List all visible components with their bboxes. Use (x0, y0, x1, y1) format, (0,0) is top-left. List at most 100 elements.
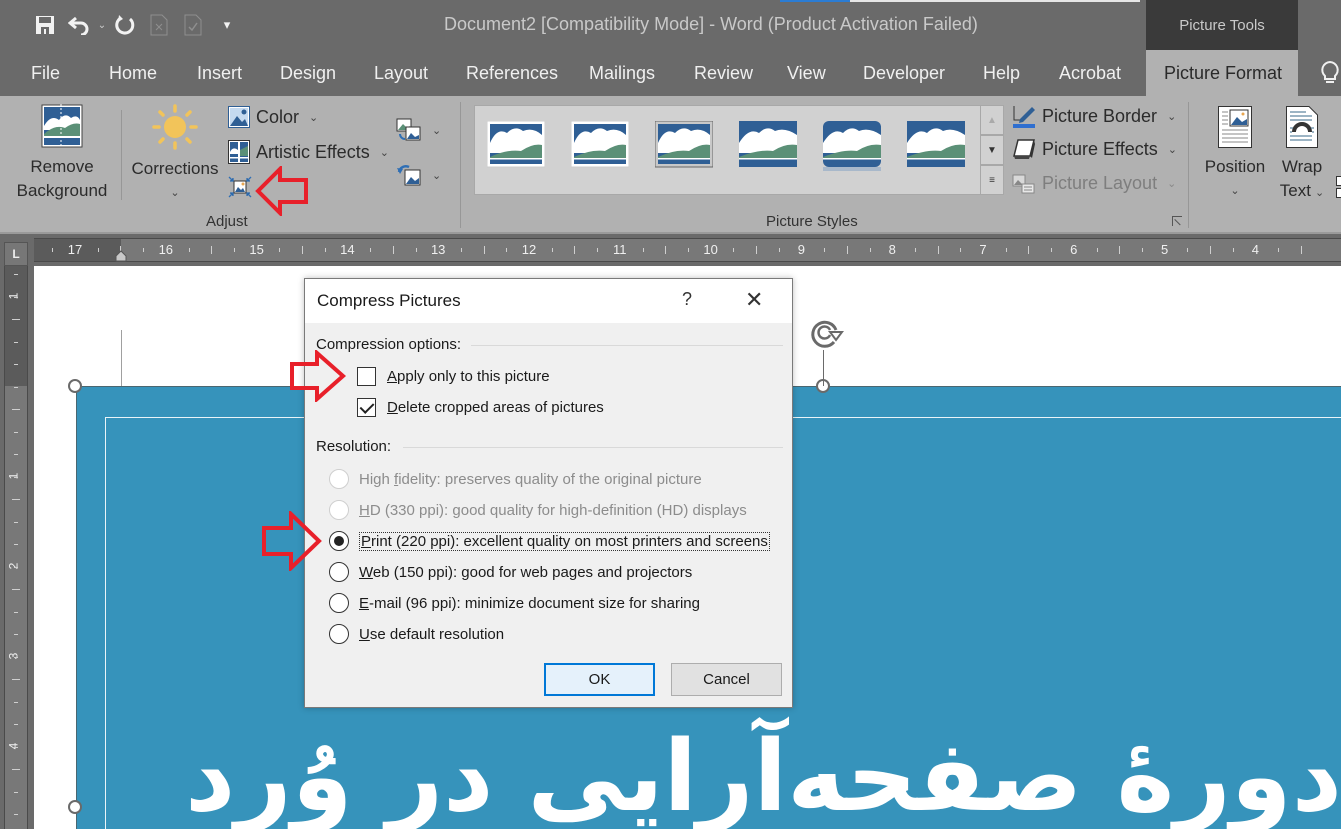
picture-layout-label: Picture Layout (1042, 172, 1158, 193)
save-icon[interactable] (28, 10, 62, 40)
undo-dropdown-icon[interactable]: ⌄ (96, 10, 108, 40)
ruler-tick (14, 814, 18, 815)
quick-access-toolbar: ⌄ ▾ (28, 10, 244, 40)
gallery-scroll: ▲ ▼ ≡ (980, 105, 1004, 195)
radio-default[interactable] (329, 624, 349, 644)
ruler-tick (1187, 248, 1189, 252)
remove-background-button[interactable]: Remove Background (12, 104, 112, 203)
ruler-tick (211, 246, 213, 254)
picture-style-shadow[interactable] (739, 121, 797, 167)
radio-hd[interactable] (329, 500, 349, 520)
picture-styles-launcher-icon[interactable] (1172, 216, 1182, 226)
gallery-more-icon[interactable]: ≡ (980, 165, 1004, 195)
change-picture-icon (396, 118, 421, 141)
cancel-button[interactable]: Cancel (671, 663, 782, 696)
reset-picture-button[interactable]: ⌄ (396, 163, 441, 187)
tab-picture-format[interactable]: Picture Format (1146, 50, 1298, 96)
resolution-print[interactable]: Print (220 ppi): excellent quality on mo… (329, 531, 770, 551)
ruler-tick (1028, 246, 1030, 254)
adjust-group-label: Adjust (206, 213, 248, 230)
horizontal-ruler[interactable]: 17 16 15 14 13 12 11 10 9 8 7 6 5 4 (34, 238, 1341, 262)
send-backward-icon[interactable] (1336, 188, 1341, 198)
resolution-hd[interactable]: HD (330 ppi): good quality for high-defi… (329, 500, 747, 520)
redo-icon[interactable] (108, 10, 142, 40)
tab-view[interactable]: View (787, 50, 826, 96)
ruler-tick (1300, 246, 1302, 254)
radio-email[interactable] (329, 593, 349, 613)
delete-cropped-checkbox-row[interactable]: Delete cropped areas of pictures (357, 398, 604, 417)
color-button[interactable]: Color ⌄ (228, 106, 318, 128)
tab-references[interactable]: References (466, 50, 558, 96)
tab-acrobat[interactable]: Acrobat (1059, 50, 1121, 96)
tab-mailings[interactable]: Mailings (589, 50, 655, 96)
corrections-button[interactable]: Corrections ⌄ (128, 104, 222, 205)
picture-effects-button[interactable]: Picture Effects ⌄ (1012, 138, 1177, 160)
tab-selector[interactable]: L (0, 236, 34, 266)
ruler-tick (1232, 248, 1234, 252)
bring-forward-icon[interactable] (1336, 176, 1341, 186)
tab-developer[interactable]: Developer (863, 50, 945, 96)
picture-style-white[interactable] (570, 120, 630, 168)
tab-file[interactable]: File (31, 50, 60, 96)
picture-layout-button[interactable]: Picture Layout ⌄ (1012, 172, 1176, 194)
tab-help[interactable]: Help (983, 50, 1020, 96)
picture-border-button[interactable]: Picture Border ⌄ (1012, 104, 1176, 128)
resize-handle-bottom-left[interactable] (68, 800, 82, 814)
tab-design[interactable]: Design (280, 50, 336, 96)
ruler-tick (12, 499, 20, 500)
apply-only-checkbox-row[interactable]: Apply only to this picture (357, 367, 550, 386)
change-picture-button[interactable]: ⌄ (396, 118, 441, 142)
wrap-text-icon (1286, 106, 1318, 148)
vertical-ruler[interactable]: 11234 (4, 266, 28, 829)
undo-icon[interactable] (62, 10, 96, 40)
tab-home[interactable]: Home (109, 50, 157, 96)
ruler-tick (12, 769, 20, 770)
indent-marker[interactable] (115, 250, 127, 262)
ok-button[interactable]: OK (544, 663, 655, 696)
picture-style-rounded-reflect[interactable] (823, 121, 881, 171)
ruler-tick (14, 454, 18, 455)
radio-web[interactable] (329, 562, 349, 582)
rotate-handle-icon[interactable] (808, 318, 844, 352)
tab-review[interactable]: Review (694, 50, 753, 96)
ruler-tick (665, 246, 667, 254)
ruler-tick (506, 248, 508, 252)
print-label: Print (220 ppi): excellent quality on mo… (359, 531, 770, 551)
radio-high-fidelity[interactable] (329, 469, 349, 489)
ruler-number: 11 (613, 242, 627, 257)
picture-style-gray-frame[interactable] (654, 120, 714, 168)
ruler-number: 5 (1160, 242, 1169, 257)
wrap-text-label-2: Text ⌄ (1279, 181, 1325, 200)
delete-cropped-checkbox[interactable] (357, 398, 376, 417)
close-icon[interactable]: ✕ (745, 287, 763, 313)
lightbulb-icon[interactable] (1320, 60, 1340, 92)
tab-insert[interactable]: Insert (197, 50, 242, 96)
artistic-effects-button[interactable]: Artistic Effects ⌄ (228, 140, 389, 164)
wrap-text-button[interactable]: Wrap Text ⌄ (1272, 106, 1332, 205)
gallery-down-icon[interactable]: ▼ (980, 135, 1004, 165)
help-icon[interactable]: ? (682, 289, 692, 310)
resolution-web[interactable]: Web (150 ppi): good for web pages and pr… (329, 562, 692, 582)
resolution-high-fidelity[interactable]: High fidelity: preserves quality of the … (329, 469, 702, 489)
dialog-title-bar: Compress Pictures ? ✕ (305, 279, 792, 323)
resolution-email[interactable]: E-mail (96 ppi): minimize document size … (329, 593, 700, 613)
customize-qat-icon[interactable]: ▾ (210, 10, 244, 40)
artistic-effects-icon (228, 140, 250, 164)
gallery-up-icon[interactable]: ▲ (980, 105, 1004, 135)
picture-style-soft-edge[interactable] (907, 121, 965, 167)
compress-pictures-button[interactable] (228, 176, 252, 198)
compress-pictures-icon (228, 176, 252, 198)
document-check-icon[interactable] (176, 10, 210, 40)
ruler-tick (14, 544, 18, 545)
sun-icon (152, 104, 198, 150)
tab-layout[interactable]: Layout (374, 50, 428, 96)
resize-handle-top-left[interactable] (68, 379, 82, 393)
color-label: Color (256, 106, 300, 127)
radio-print[interactable] (329, 531, 349, 551)
resolution-default[interactable]: Use default resolution (329, 624, 504, 644)
document-x-icon[interactable] (142, 10, 176, 40)
apply-only-checkbox[interactable] (357, 367, 376, 386)
position-button[interactable]: Position ⌄ (1200, 106, 1270, 203)
ruler-tick (12, 589, 20, 590)
picture-style-white-shadow[interactable] (486, 120, 546, 168)
